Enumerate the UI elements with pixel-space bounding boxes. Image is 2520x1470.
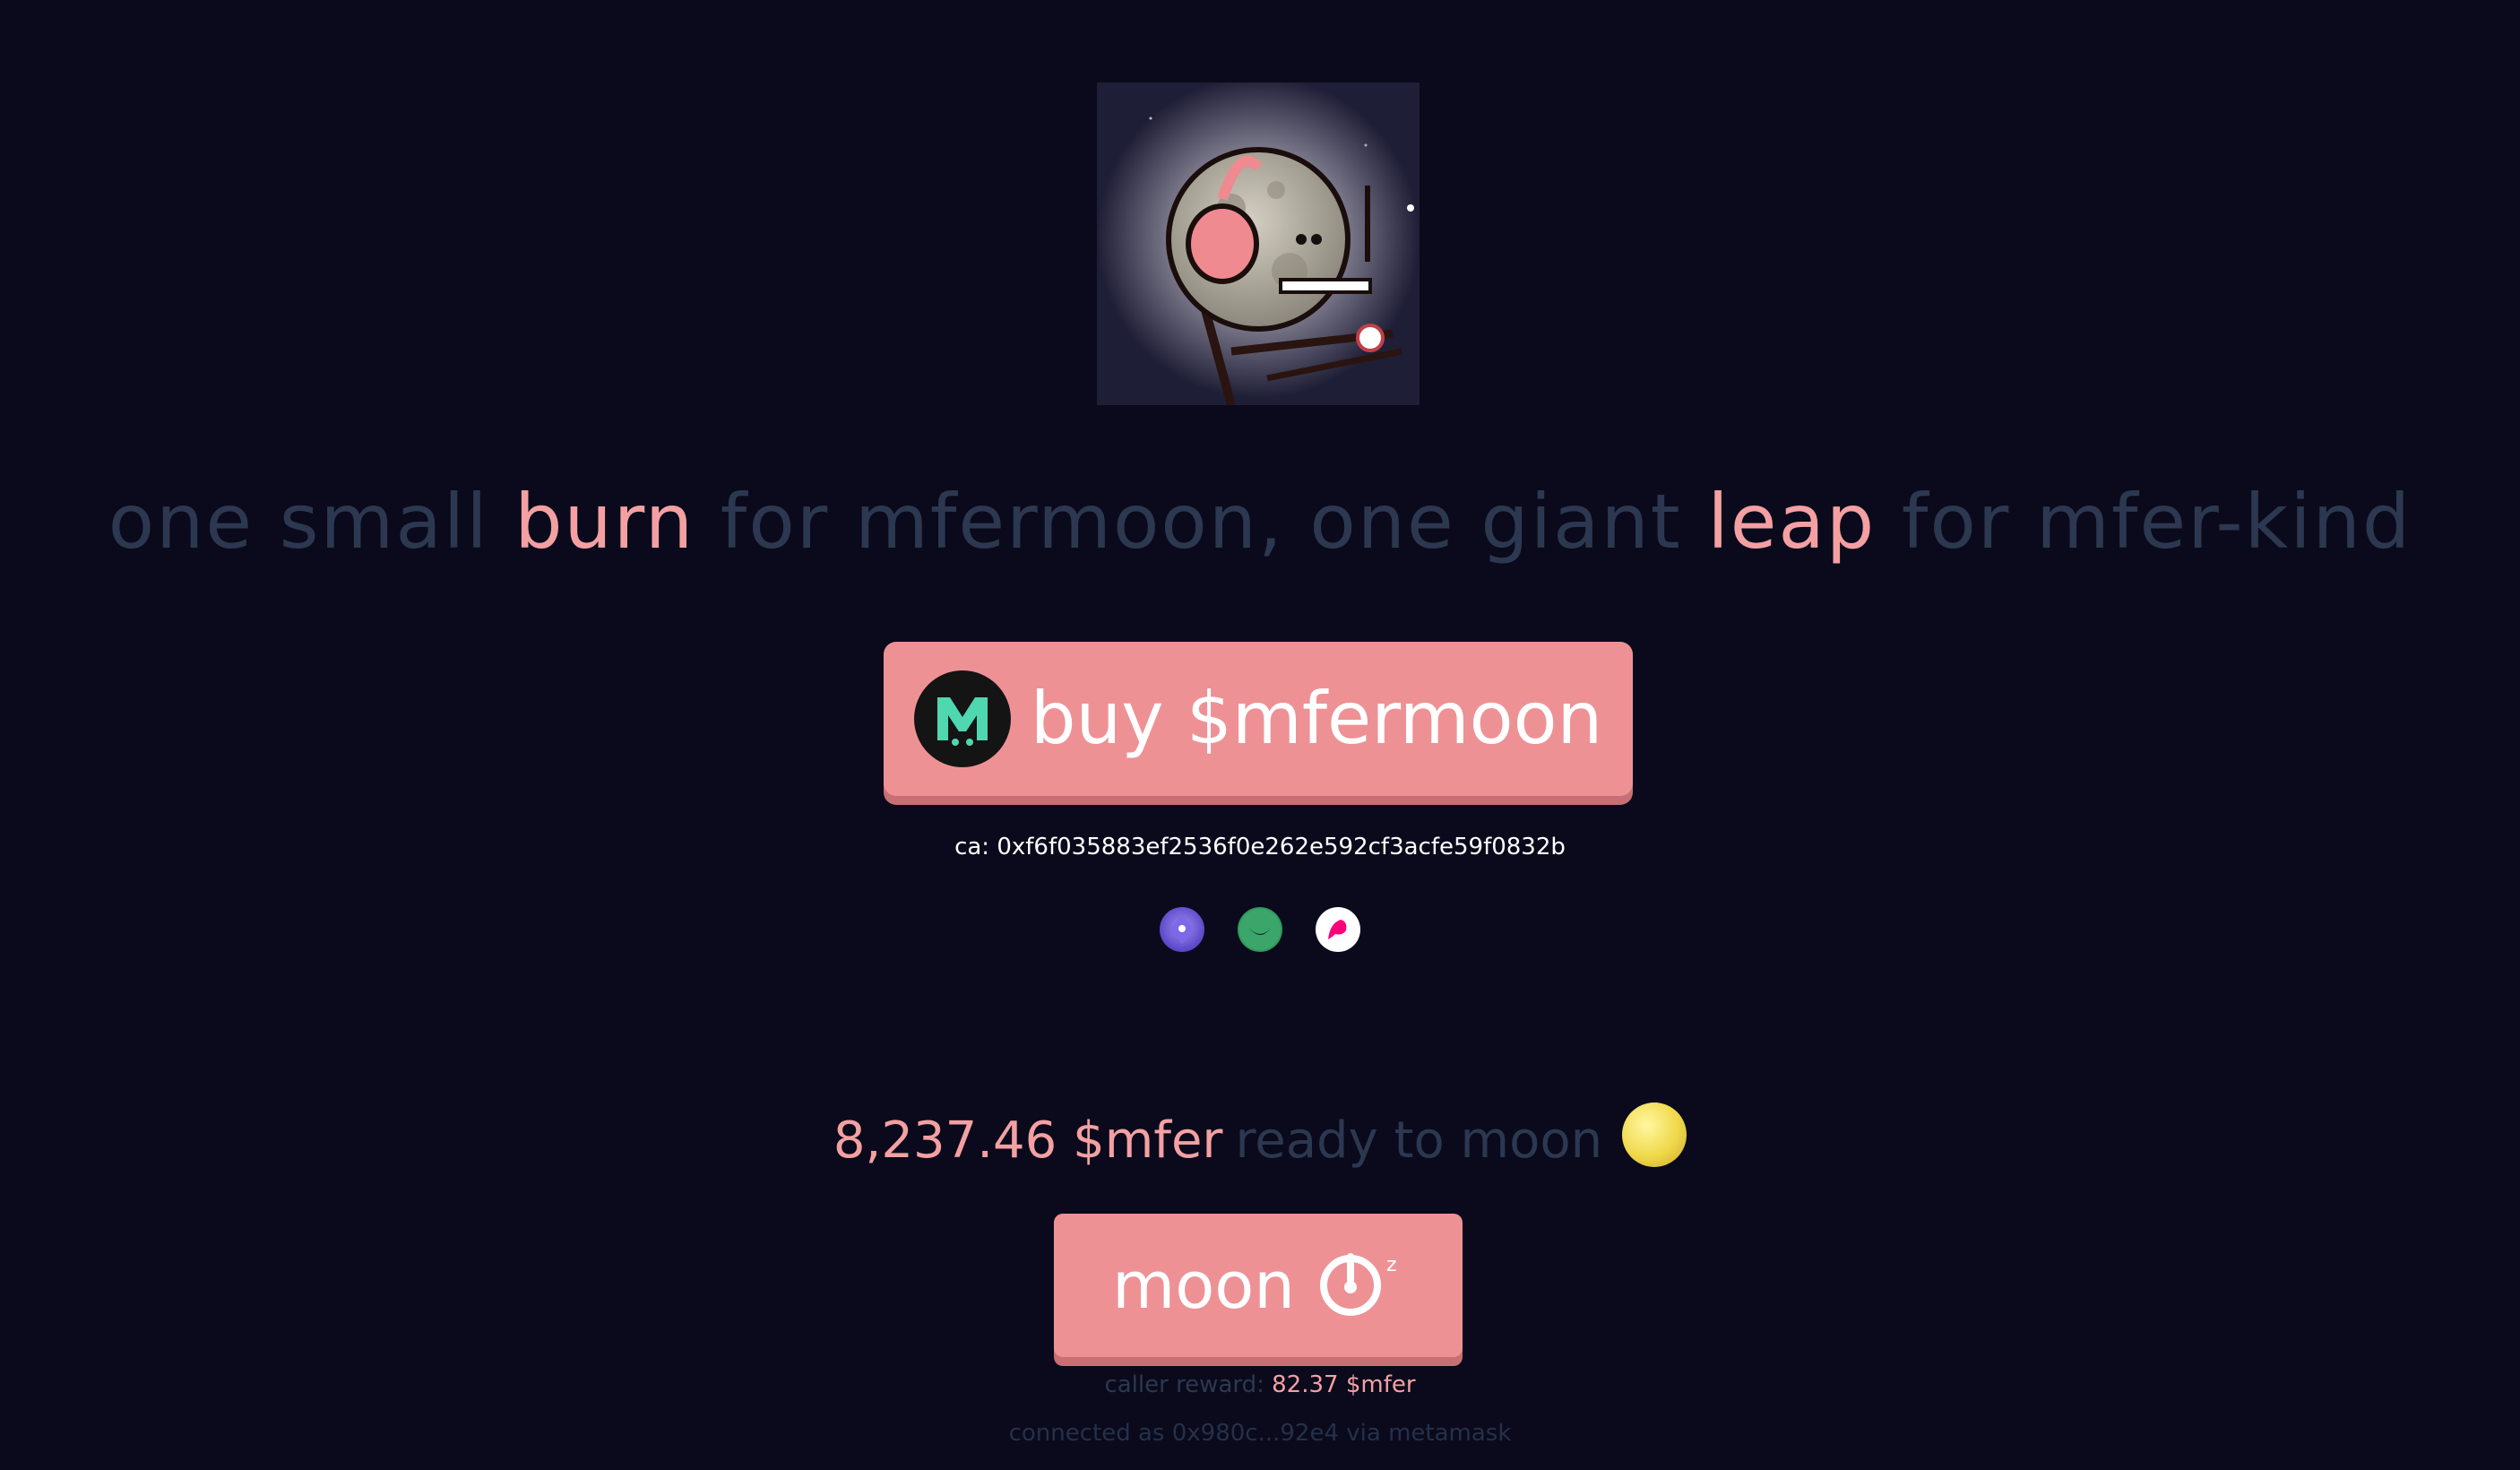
svg-text:z: z <box>1386 1254 1397 1276</box>
uniswap-icon[interactable] <box>1316 907 1360 952</box>
tagline-accent-burn: burn <box>514 478 695 566</box>
burn-balance: 8,237.46 $mfer ready to moon <box>0 1101 2520 1181</box>
moon-button-label: moon <box>1112 1248 1295 1323</box>
caller-reward: caller reward: 82.37 $mfer <box>0 1371 2520 1398</box>
burn-timer-icon: z <box>1318 1248 1404 1323</box>
burn-balance-amount: 8,237.46 $mfer <box>833 1111 1223 1170</box>
burn-balance-status: ready to moon <box>1235 1111 1603 1170</box>
page: one small burn for mfermoon, one giant l… <box>0 0 2520 1470</box>
tagline: one small burn for mfermoon, one giant l… <box>0 477 2520 566</box>
contract-address[interactable]: ca: 0xf6f035883ef2536f0e262e592cf3acfe59… <box>0 834 2520 860</box>
buy-button[interactable]: buy $mfermoon <box>884 642 1633 796</box>
dexscreener-icon[interactable] <box>1238 907 1282 952</box>
mfermoon-logo-icon <box>913 670 1011 767</box>
hero-image <box>1097 82 1420 405</box>
moon-button[interactable]: moon z <box>1054 1214 1463 1357</box>
wallet-connection-status: connected as 0x980c...92e4 via metamask <box>1008 1420 1512 1447</box>
exchange-links <box>1160 907 1360 952</box>
jupiter-icon[interactable] <box>1160 907 1204 952</box>
caller-reward-value: 82.37 $mfer <box>1272 1371 1416 1398</box>
tagline-text: for mfer-kind <box>1876 478 2412 566</box>
buy-button-label: buy $mfermoon <box>1030 677 1603 760</box>
tagline-text: one small <box>108 478 515 566</box>
tagline-text: for mfermoon, one giant <box>695 478 1708 566</box>
caller-reward-label: caller reward: <box>1104 1371 1273 1398</box>
full-moon-icon <box>1622 1102 1687 1167</box>
moon-mfer-illustration <box>1097 82 1420 405</box>
tagline-accent-leap: leap <box>1707 478 1877 566</box>
